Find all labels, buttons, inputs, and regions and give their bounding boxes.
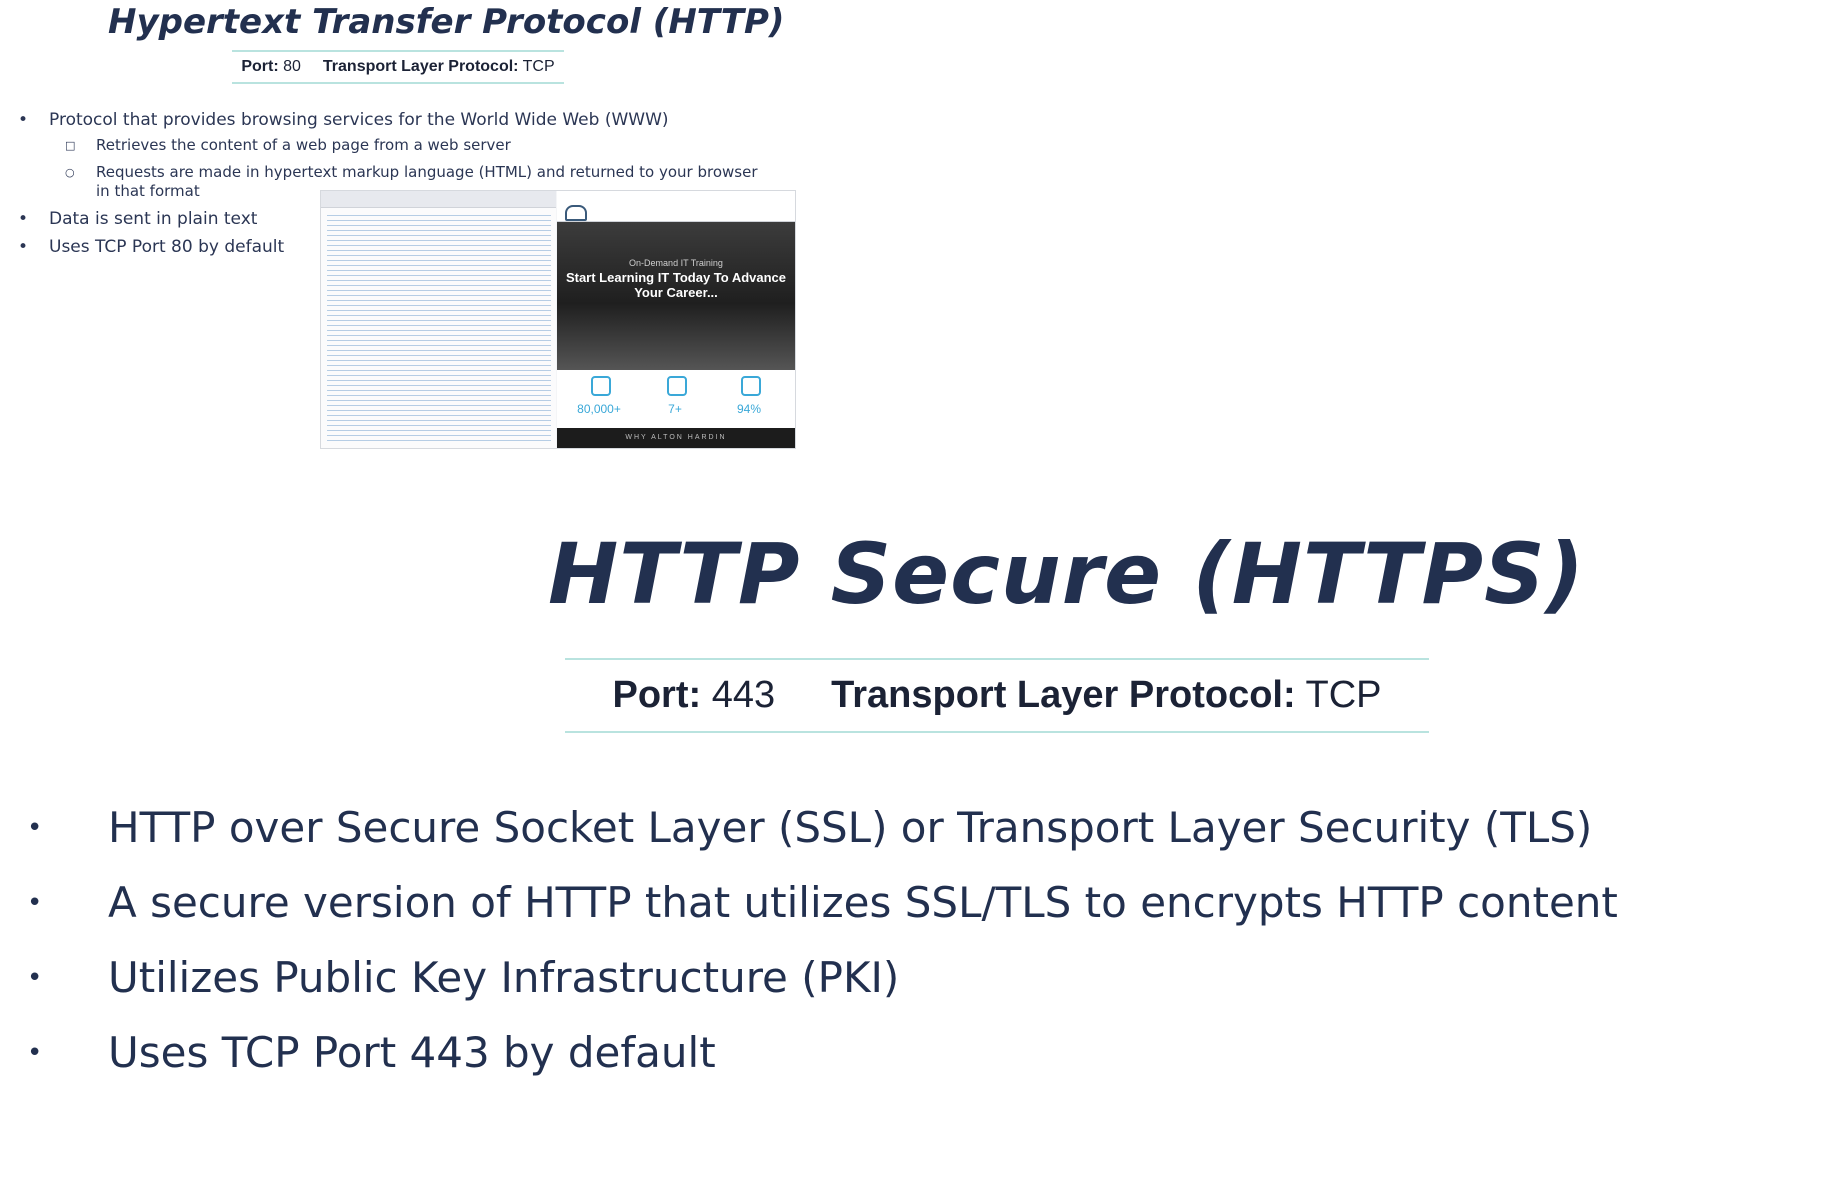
http-port: Port: 80 bbox=[241, 58, 301, 76]
transport-value: TCP bbox=[1305, 674, 1382, 716]
port-label: Port: bbox=[241, 58, 279, 75]
list-item: □ Retrieves the content of a web page fro… bbox=[65, 136, 511, 154]
list-item: • Protocol that provides browsing service… bbox=[18, 110, 669, 130]
list-item: • Uses TCP Port 443 by default bbox=[27, 1028, 716, 1077]
hero-eyebrow: On-Demand IT Training bbox=[629, 258, 723, 268]
https-bullet-list: • HTTP over Secure Socket Layer (SSL) or … bbox=[25, 798, 1618, 1098]
cloud-logo-icon bbox=[565, 205, 587, 221]
https-transport: Transport Layer Protocol: TCP bbox=[831, 674, 1381, 717]
port-value: 443 bbox=[711, 674, 776, 716]
transport-label: Transport Layer Protocol: bbox=[831, 674, 1296, 716]
chat-icon bbox=[741, 376, 761, 396]
https-port-bar: Port: 443 Transport Layer Protocol: TCP bbox=[565, 658, 1429, 733]
port-value: 80 bbox=[283, 58, 301, 75]
stats-row: 80,000+ 7+ 94% bbox=[557, 370, 795, 428]
http-title: Hypertext Transfer Protocol (HTTP) bbox=[108, 2, 785, 42]
https-title: HTTP Secure (HTTPS) bbox=[548, 525, 1586, 623]
port-label: Port: bbox=[612, 674, 702, 716]
stat-value: 94% bbox=[736, 402, 762, 416]
stat-value: 80,000+ bbox=[577, 402, 621, 416]
http-port-bar: Port: 80 Transport Layer Protocol: TCP bbox=[232, 50, 564, 84]
stat-value: 7+ bbox=[668, 402, 682, 416]
list-item: • Utilizes Public Key Infrastructure (PKI… bbox=[27, 953, 900, 1002]
hexagon-icon bbox=[591, 376, 611, 396]
transport-label: Transport Layer Protocol: bbox=[322, 58, 519, 75]
browser-toolbar bbox=[557, 191, 795, 222]
code-and-browser-screenshot: On-Demand IT Training Start Learning IT … bbox=[320, 190, 796, 449]
https-port: Port: 443 bbox=[612, 674, 775, 717]
html-source-lines bbox=[327, 215, 551, 441]
footer-strip: WHY ALTON HARDIN bbox=[557, 428, 795, 448]
list-item: • HTTP over Secure Socket Layer (SSL) or … bbox=[27, 803, 1593, 852]
browser-pane: On-Demand IT Training Start Learning IT … bbox=[557, 191, 795, 448]
list-item: ○ Requests are made in hypertext markup l… bbox=[65, 163, 758, 181]
code-editor-pane bbox=[321, 191, 556, 448]
editor-toolbar bbox=[321, 191, 556, 208]
laptop-icon bbox=[667, 376, 687, 396]
http-transport: Transport Layer Protocol: TCP bbox=[323, 58, 555, 76]
transport-value: TCP bbox=[522, 58, 555, 75]
list-item: • A secure version of HTTP that utilizes … bbox=[27, 878, 1618, 927]
hero-headline: Start Learning IT Today To Advance Your … bbox=[565, 270, 787, 300]
hero-banner: On-Demand IT Training Start Learning IT … bbox=[557, 222, 795, 370]
